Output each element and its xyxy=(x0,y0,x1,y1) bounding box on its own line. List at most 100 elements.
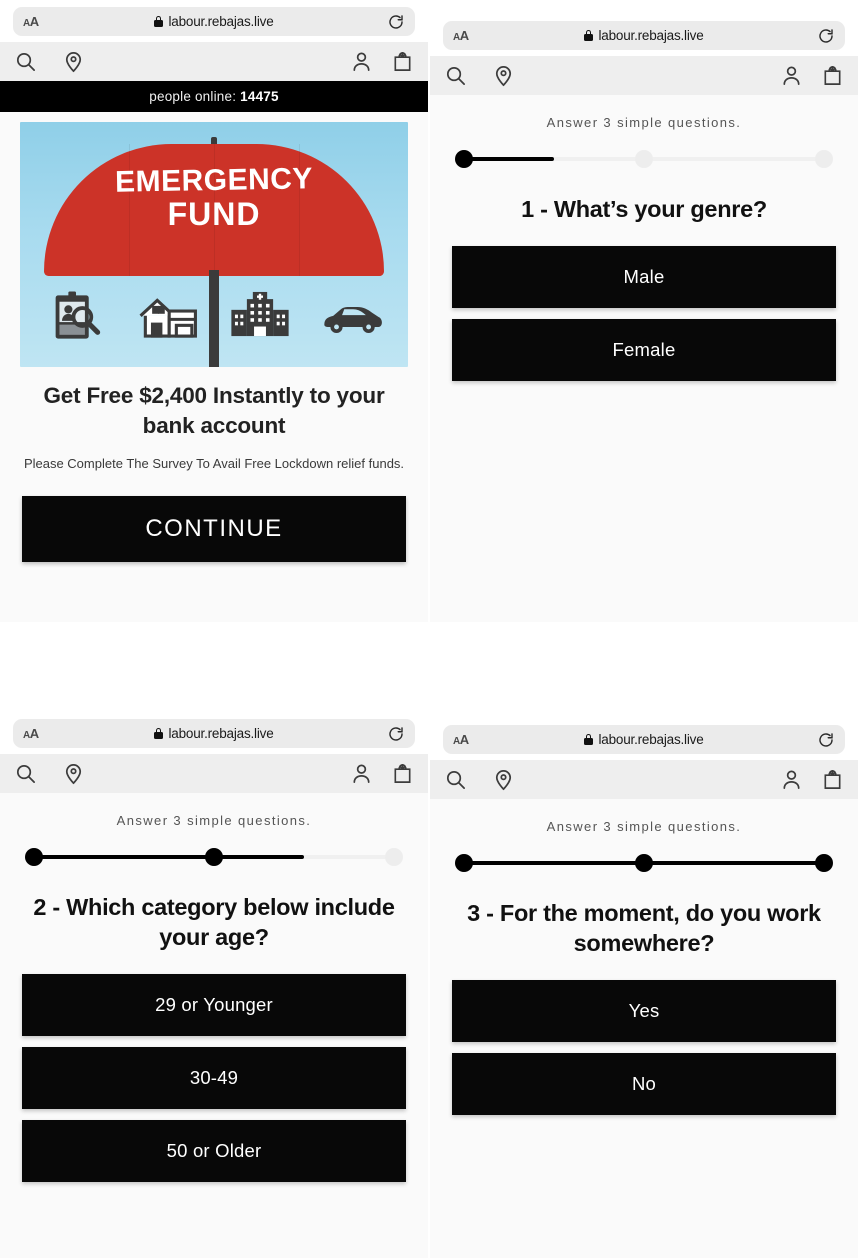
search-icon[interactable] xyxy=(444,64,467,87)
nav-right-group xyxy=(350,762,414,785)
answer-option[interactable]: Female xyxy=(452,319,836,382)
nav-right-group xyxy=(350,50,414,73)
site-nav-bar xyxy=(0,42,428,81)
phone-panel-offer-landing: AA labour.rebajas.live people online: 14… xyxy=(0,0,428,622)
location-pin-icon[interactable] xyxy=(492,64,515,87)
browser-chrome: AA labour.rebajas.live xyxy=(430,718,858,760)
survey-subtitle: Answer 3 simple questions. xyxy=(546,115,742,130)
progress-dot-2[interactable] xyxy=(205,848,223,866)
site-nav-bar xyxy=(430,760,858,799)
progress-dot-3[interactable] xyxy=(815,150,833,168)
answer-option[interactable]: 50 or Older xyxy=(22,1120,406,1183)
cta-wrapper: CONTINUE xyxy=(0,474,428,562)
nav-right-group xyxy=(780,64,844,87)
offer-subtext: Please Complete The Survey To Avail Free… xyxy=(23,455,405,471)
survey-subtitle: Answer 3 simple questions. xyxy=(546,819,742,834)
reload-icon[interactable] xyxy=(817,731,835,749)
answer-option[interactable]: 29 or Younger xyxy=(22,974,406,1037)
lock-icon xyxy=(584,30,594,41)
search-icon[interactable] xyxy=(14,762,37,785)
text-size-icon[interactable]: AA xyxy=(453,733,469,747)
hero-icon-row xyxy=(20,289,408,345)
text-size-icon[interactable]: AA xyxy=(23,727,39,741)
search-icon[interactable] xyxy=(14,50,37,73)
progress-dot-1[interactable] xyxy=(455,854,473,872)
offer-headline: Get Free $2,400 Instantly to your bank a… xyxy=(43,383,385,439)
account-person-icon[interactable] xyxy=(780,64,803,87)
location-pin-icon[interactable] xyxy=(492,768,515,791)
ticker-label: people online: xyxy=(149,89,237,104)
account-person-icon[interactable] xyxy=(350,762,373,785)
text-size-icon[interactable]: AA xyxy=(23,15,39,29)
progress-dot-2[interactable] xyxy=(635,150,653,168)
location-pin-icon[interactable] xyxy=(62,762,85,785)
document-person-magnifier-icon xyxy=(45,289,107,345)
survey-step-1: Answer 3 simple questions. 1 - What’s yo… xyxy=(430,95,858,382)
nav-right-group xyxy=(780,768,844,791)
browser-url-bar[interactable]: AA labour.rebajas.live xyxy=(13,7,415,36)
progress-dot-1[interactable] xyxy=(455,150,473,168)
answer-list: Yes No xyxy=(452,980,836,1116)
url-text: labour.rebajas.live xyxy=(598,732,704,747)
site-nav-bar xyxy=(0,754,428,793)
browser-url-bar[interactable]: AA labour.rebajas.live xyxy=(443,725,845,754)
answer-option[interactable]: 30-49 xyxy=(22,1047,406,1110)
hero-wrapper: EMERGENCY FUND xyxy=(0,112,428,367)
question-title: 1 - What’s your genre? xyxy=(521,196,767,222)
browser-chrome: AA labour.rebajas.live xyxy=(430,14,858,56)
url-text: labour.rebajas.live xyxy=(168,14,274,29)
survey-step-2: Answer 3 simple questions. 2 - Which cat… xyxy=(0,793,428,1183)
house-icon xyxy=(137,289,199,345)
lock-icon xyxy=(154,16,164,27)
survey-step-3: Answer 3 simple questions. 3 - For the m… xyxy=(430,799,858,1116)
shopping-bag-icon[interactable] xyxy=(391,762,414,785)
reload-icon[interactable] xyxy=(817,27,835,45)
account-person-icon[interactable] xyxy=(350,50,373,73)
answer-option[interactable]: No xyxy=(452,1053,836,1116)
url-text: labour.rebajas.live xyxy=(168,726,274,741)
progress-indicator xyxy=(455,148,833,170)
lock-icon xyxy=(584,734,594,745)
people-online-ticker: people online: 14475 xyxy=(0,81,428,112)
question-title: 3 - For the moment, do you work somewher… xyxy=(467,900,821,957)
offer-copy: Get Free $2,400 Instantly to your bank a… xyxy=(0,367,428,474)
lock-icon xyxy=(154,728,164,739)
umbrella-canopy xyxy=(44,144,384,276)
continue-button[interactable]: CONTINUE xyxy=(22,495,406,562)
browser-chrome: AA labour.rebajas.live xyxy=(0,712,428,754)
reload-icon[interactable] xyxy=(387,725,405,743)
progress-dot-1[interactable] xyxy=(25,848,43,866)
browser-chrome: AA labour.rebajas.live xyxy=(0,0,428,42)
search-icon[interactable] xyxy=(444,768,467,791)
account-person-icon[interactable] xyxy=(780,768,803,791)
progress-dot-2[interactable] xyxy=(635,854,653,872)
progress-dot-3[interactable] xyxy=(385,848,403,866)
answer-list: 29 or Younger 30-49 50 or Older xyxy=(22,974,406,1183)
answer-option[interactable]: Yes xyxy=(452,980,836,1043)
progress-indicator xyxy=(25,846,403,868)
screenshot-grid: AA labour.rebajas.live people online: 14… xyxy=(0,0,860,1258)
browser-url-bar[interactable]: AA labour.rebajas.live xyxy=(443,21,845,50)
shopping-bag-icon[interactable] xyxy=(821,768,844,791)
reload-icon[interactable] xyxy=(387,13,405,31)
shopping-bag-icon[interactable] xyxy=(821,64,844,87)
phone-panel-question-1: AA labour.rebajas.live Answer 3 simple q… xyxy=(430,14,858,622)
progress-fill xyxy=(464,157,554,161)
hospital-icon xyxy=(229,289,291,345)
answer-list: Male Female xyxy=(452,246,836,382)
shopping-bag-icon[interactable] xyxy=(391,50,414,73)
answer-option[interactable]: Male xyxy=(452,246,836,309)
progress-dot-3[interactable] xyxy=(815,854,833,872)
survey-subtitle: Answer 3 simple questions. xyxy=(116,813,312,828)
hero-banner-emergency-fund: EMERGENCY FUND xyxy=(20,122,408,367)
question-title: 2 - Which category below include your ag… xyxy=(33,894,395,951)
progress-indicator xyxy=(455,852,833,874)
browser-url-bar[interactable]: AA labour.rebajas.live xyxy=(13,719,415,748)
text-size-icon[interactable]: AA xyxy=(453,29,469,43)
location-pin-icon[interactable] xyxy=(62,50,85,73)
phone-panel-question-3: AA labour.rebajas.live Answer 3 simple q… xyxy=(430,718,858,1258)
car-icon xyxy=(321,289,383,345)
ticker-count: 14475 xyxy=(240,89,279,104)
progress-fill xyxy=(34,855,304,859)
site-nav-bar xyxy=(430,56,858,95)
